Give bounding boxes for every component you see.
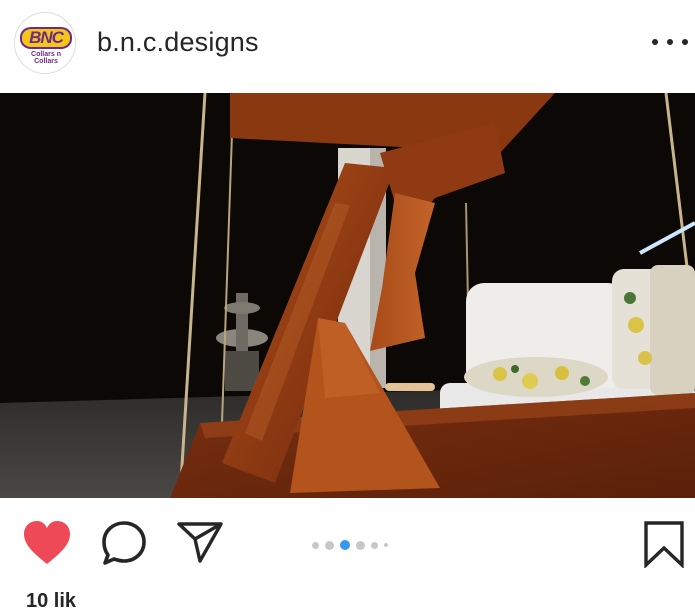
username-link[interactable]: b.n.c.designs	[97, 27, 259, 58]
comment-bubble-icon[interactable]	[101, 520, 147, 566]
share-paper-plane-icon[interactable]	[176, 520, 224, 564]
post-header: BNC Collars n Collars b.n.c.designs	[0, 0, 695, 93]
photo-illustration	[0, 93, 695, 498]
likes-count[interactable]: 10 lik	[26, 590, 76, 613]
carousel-dot	[325, 540, 334, 550]
carousel-dot	[371, 541, 378, 549]
more-dot	[667, 39, 673, 45]
carousel-dot	[384, 543, 388, 547]
bookmark-icon[interactable]	[642, 520, 686, 569]
avatar-logo-subtext: Collars n Collars	[31, 51, 61, 65]
avatar-logo: BNC	[20, 27, 72, 49]
avatar[interactable]: BNC Collars n Collars	[14, 12, 76, 74]
more-dot	[652, 39, 658, 45]
post-actions-bar: 10 lik	[0, 498, 695, 612]
more-options-icon[interactable]	[652, 28, 688, 56]
post-photo[interactable]	[0, 93, 695, 498]
like-heart-icon[interactable]	[22, 520, 72, 566]
carousel-indicator	[312, 540, 388, 550]
carousel-dot	[356, 540, 365, 550]
more-dot	[682, 39, 688, 45]
carousel-dot-active	[340, 540, 350, 550]
carousel-dot	[312, 541, 319, 549]
